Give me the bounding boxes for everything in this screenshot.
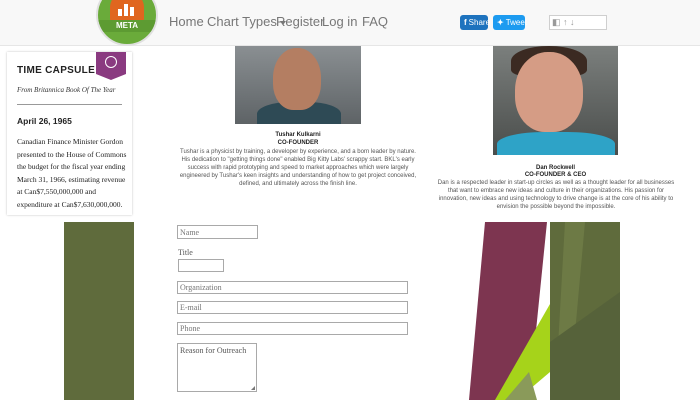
divider — [17, 104, 122, 105]
organization-field[interactable] — [177, 281, 408, 294]
phone-field[interactable] — [177, 322, 408, 335]
decorative-artwork — [469, 222, 620, 400]
capsule-badge — [96, 52, 126, 80]
nav-home[interactable]: Home — [169, 14, 204, 29]
profile-role: CO-FOUNDER — [277, 140, 319, 146]
thumbs-icon: ◧ ↑ ↓ — [552, 17, 575, 27]
twitter-icon: ✦ — [497, 18, 504, 27]
capsule-subtitle: From Britannica Book Of The Year — [17, 86, 116, 94]
bar-chart-icon — [118, 0, 136, 16]
profile-bio: Tushar is a physicist by training, a dev… — [179, 149, 417, 187]
reason-placeholder: Reason for Outreach — [180, 346, 247, 355]
nav-log-in[interactable]: Log in — [322, 14, 357, 29]
name-field[interactable] — [177, 225, 258, 239]
nav-register[interactable]: Register — [276, 14, 324, 29]
tweet-button[interactable]: ✦ Tweet — [493, 15, 528, 30]
resize-handle-icon[interactable] — [251, 386, 255, 390]
profile-role: CO-FOUNDER & CEO — [524, 172, 587, 178]
profile-photo-tushar — [235, 46, 361, 124]
nav-chart-types[interactable]: Chart Types — [207, 14, 286, 29]
email-field[interactable] — [177, 301, 408, 314]
facebook-share-label: Share — [468, 18, 491, 27]
profile-name: Tushar Kulkarni — [275, 132, 321, 138]
reason-textarea[interactable]: Reason for Outreach — [177, 343, 257, 392]
navbar: META Home Chart Types Register Log in FA… — [0, 0, 700, 46]
clock-icon — [105, 56, 117, 68]
capsule-text: Canadian Finance Minister Gordon present… — [17, 137, 127, 209]
decorative-panel-left — [64, 222, 134, 400]
capsule-date: April 26, 1965 — [17, 116, 72, 126]
nav-faq[interactable]: FAQ — [362, 14, 388, 29]
facebook-share-button[interactable]: f Share — [460, 15, 491, 30]
facebook-icon: f — [464, 18, 467, 27]
title-field[interactable] — [178, 259, 224, 272]
nav-chart-types-label: Chart Types — [207, 14, 277, 29]
logo[interactable]: META — [96, 0, 158, 46]
vote-widget[interactable]: ◧ ↑ ↓ — [549, 15, 607, 30]
logo-text: META — [98, 20, 156, 32]
profile-photo-dan — [493, 46, 618, 155]
capsule-title: TIME CAPSULE — [17, 65, 96, 76]
time-capsule-card: TIME CAPSULE From Britannica Book Of The… — [7, 52, 132, 215]
tweet-label: Tweet — [505, 18, 528, 27]
profile-name: Dan Rockwell — [535, 165, 575, 171]
profile-bio: Dan is a respected leader in start-up ci… — [437, 180, 675, 210]
title-label: Title — [178, 248, 193, 257]
